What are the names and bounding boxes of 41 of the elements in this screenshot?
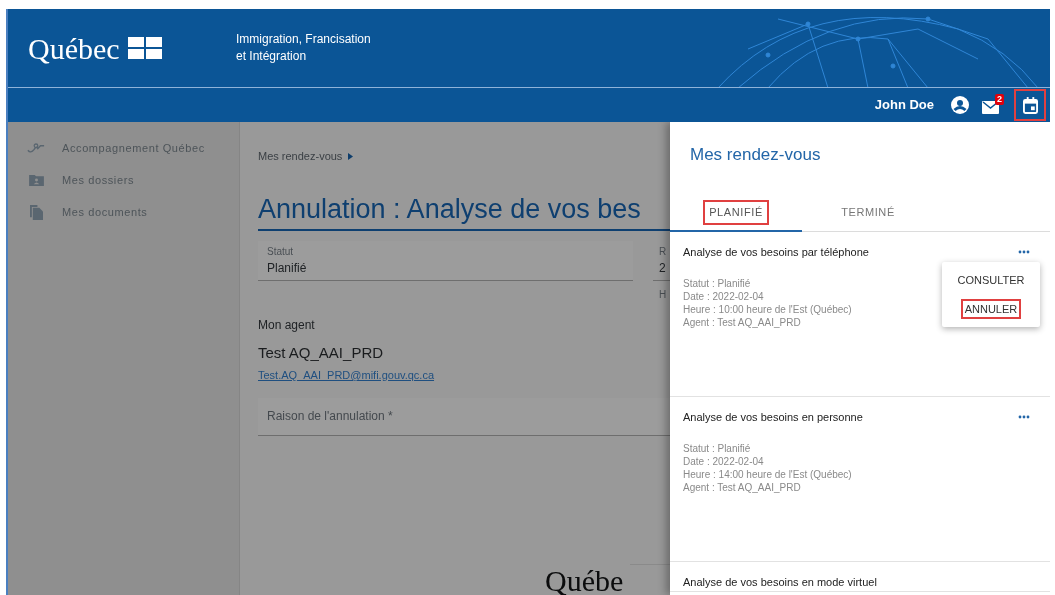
user-name: John Doe	[874, 96, 934, 115]
agent-name: Test AQ_AAI_PRD	[258, 342, 384, 363]
sidebar-item[interactable]: Mes documents	[26, 202, 239, 222]
menu-item[interactable]: CONSULTER	[955, 272, 1027, 289]
sidebar-item[interactable]: Mes dossiers	[26, 170, 239, 190]
ministry-name: et Intégration	[236, 48, 308, 65]
fleur-de-lis-flag-icon	[127, 37, 162, 59]
more-options-icon[interactable]	[1018, 415, 1030, 419]
account-icon[interactable]	[950, 95, 970, 115]
calendar-button[interactable]	[1016, 91, 1044, 119]
appointment-detail: Heure : 10:00 heure de l'Est (Québec)	[683, 302, 852, 316]
notification-badge: 2	[995, 94, 1004, 105]
appointment-title: Analyse de vos besoins en mode virtuel	[683, 575, 877, 590]
appointment-detail: Agent : Test AQ_AAI_PRD	[683, 480, 801, 494]
section-heading: Mon agent	[258, 316, 315, 334]
appointment-detail: Statut : Planifié	[683, 276, 751, 290]
caret-icon	[348, 152, 354, 160]
appointment-detail: Statut : Planifié	[683, 441, 751, 455]
tab[interactable]: PLANIFIÉ	[670, 200, 802, 232]
appointment-title: Analyse de vos besoins en personne	[683, 410, 863, 425]
logo-wordmark: Québec	[28, 30, 120, 67]
folder-icon	[26, 174, 46, 186]
mail-icon[interactable]	[982, 101, 999, 114]
handshake-icon	[26, 142, 46, 154]
email-link[interactable]: Test.AQ_AAI_PRD@mifi.gouv.qc.ca	[258, 367, 435, 384]
page-title: Annulation : Analyse de vos bes	[258, 190, 670, 231]
appointment-detail: Date : 2022-02-04	[683, 454, 764, 468]
ministry-name: Immigration, Francisation	[236, 31, 371, 48]
appointment-detail: Date : 2022-02-04	[683, 289, 764, 303]
sidebar-item[interactable]: Accompagnement Québec	[26, 138, 239, 158]
field-hint: H	[658, 287, 667, 302]
appointment-title: Analyse de vos besoins par téléphone	[683, 245, 869, 260]
panel-title: Mes rendez-vous	[690, 145, 821, 164]
calendar-icon	[1022, 96, 1038, 114]
footer-logo: Québe	[545, 563, 624, 595]
appointment-detail: Agent : Test AQ_AAI_PRD	[683, 315, 801, 329]
more-options-icon[interactable]	[1018, 250, 1030, 254]
tab[interactable]: TERMINÉ	[802, 200, 934, 232]
appointment-detail: Heure : 14:00 heure de l'Est (Québec)	[683, 467, 852, 481]
breadcrumb-link[interactable]: Mes rendez-vous	[258, 148, 343, 165]
menu-item[interactable]: ANNULER	[962, 300, 1020, 317]
